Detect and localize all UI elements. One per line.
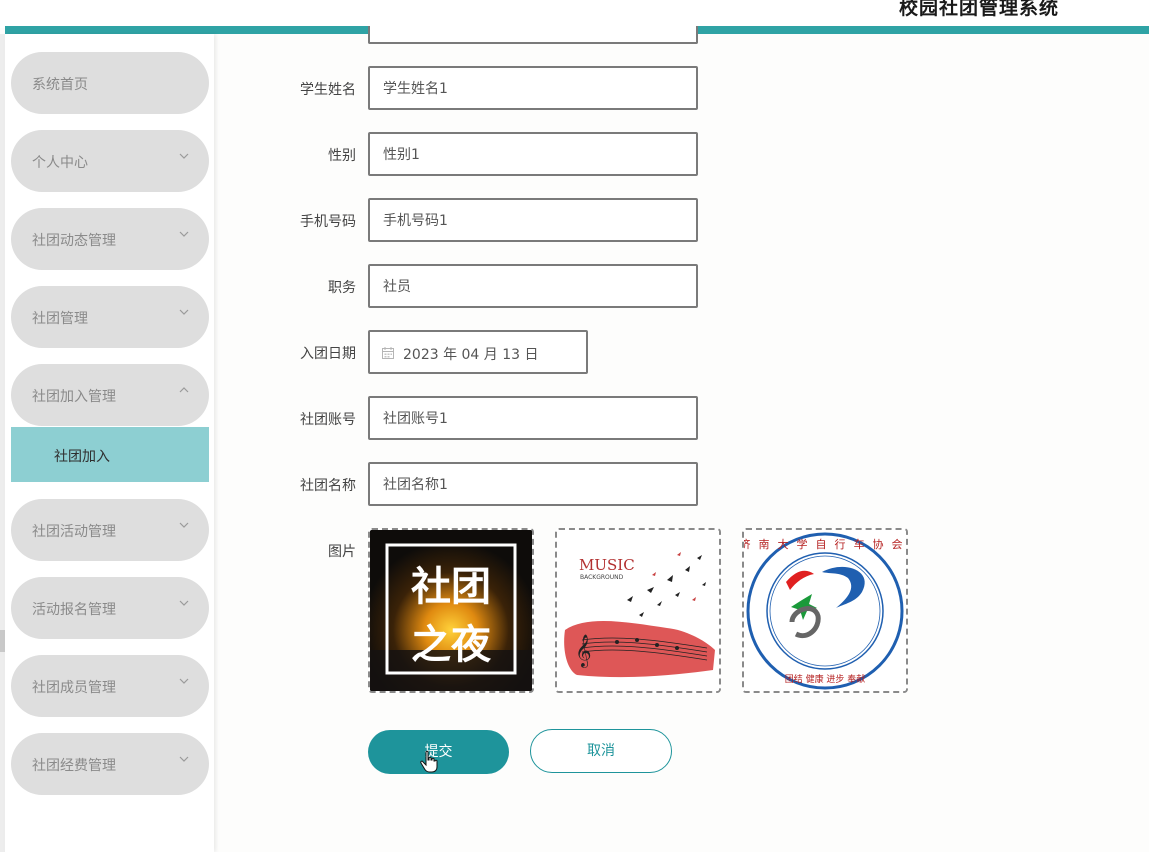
sidebar-item-personal-center[interactable]: 个人中心 [11,130,209,192]
image-thumb-cycling-emblem[interactable]: 济南大学自行车协会 团结 健康 进步 奉献 [742,528,908,693]
phone-input[interactable] [370,200,696,240]
sidebar-item-club-members[interactable]: 社团成员管理 [11,655,209,717]
poster-text-line1: 社团 [411,563,491,610]
chevron-down-icon [177,674,191,688]
club-account-input[interactable] [370,398,696,438]
club-name-field[interactable] [368,462,698,506]
student-name-field[interactable] [368,66,698,110]
phone-label: 手机号码 [300,214,356,230]
sidebar-item-label: 活动报名管理 [32,602,116,618]
sidebar: 系统首页 个人中心 社团动态管理 社团管理 社团加入管理 社团加入 社团活动管理… [5,34,214,852]
sidebar-item-label: 系统首页 [32,77,88,93]
image-thumb-music[interactable]: MUSIC BACKGROUND 𝄞 [555,528,721,693]
cancel-button[interactable]: 取消 [530,729,672,773]
sidebar-item-label: 个人中心 [32,155,88,171]
music-title: MUSIC [579,556,635,574]
chevron-down-icon [177,596,191,610]
chevron-up-icon [177,383,191,397]
image-thumb-club-night[interactable]: 社团 之夜 [368,528,534,693]
join-date-picker[interactable]: 2023 年 04 月 13 日 [368,330,588,374]
sidebar-item-label: 社团活动管理 [32,524,116,540]
sidebar-subitem-label: 社团加入 [54,449,110,465]
hand-cursor-icon [420,750,438,774]
sidebar-item-label: 社团经费管理 [32,758,116,774]
emblem-text: 济南大学自行车协会 [744,537,906,551]
phone-field[interactable] [368,198,698,242]
sidebar-item-home[interactable]: 系统首页 [11,52,209,114]
sidebar-item-label: 社团管理 [32,311,88,327]
chevron-down-icon [177,227,191,241]
sidebar-item-club-news[interactable]: 社团动态管理 [11,208,209,270]
join-date-label: 入团日期 [300,346,356,362]
join-date-value: 2023 年 04 月 13 日 [403,347,539,363]
chevron-down-icon [177,752,191,766]
calendar-icon [381,345,395,359]
sidebar-item-club-management[interactable]: 社团管理 [11,286,209,348]
sidebar-item-club-activity[interactable]: 社团活动管理 [11,499,209,561]
sidebar-item-club-join-management[interactable]: 社团加入管理 [11,364,209,426]
poster-text-line2: 之夜 [411,621,492,668]
svg-text:𝄞: 𝄞 [575,634,592,668]
gender-input[interactable] [370,134,696,174]
sidebar-item-label: 社团成员管理 [32,680,116,696]
images-label: 图片 [328,544,356,560]
music-subtitle: BACKGROUND [580,574,624,581]
position-field[interactable] [368,264,698,308]
chevron-down-icon [177,305,191,319]
club-account-field[interactable] [368,396,698,440]
emblem-bottom-text: 团结 健康 进步 奉献 [785,673,866,685]
app-title: 校园社团管理系统 [898,0,1059,19]
position-label: 职务 [328,280,356,296]
chevron-down-icon [177,149,191,163]
club-account-label: 社团账号 [300,412,356,428]
club-name-input[interactable] [370,464,696,504]
submit-button[interactable]: 提交 [368,730,509,774]
position-input[interactable] [370,266,696,306]
student-name-input[interactable] [370,68,696,108]
previous-field-clipped[interactable] [368,26,698,44]
gender-label: 性别 [328,148,356,164]
sidebar-item-club-funds[interactable]: 社团经费管理 [11,733,209,795]
sidebar-item-label: 社团加入管理 [32,389,116,405]
student-name-label: 学生姓名 [300,82,356,98]
sidebar-subitem-club-join[interactable]: 社团加入 [11,427,209,482]
club-name-label: 社团名称 [300,478,356,494]
sidebar-item-label: 社团动态管理 [32,233,116,249]
gender-field[interactable] [368,132,698,176]
top-bar: 校园社团管理系统 [0,0,1149,28]
sidebar-item-activity-signup[interactable]: 活动报名管理 [11,577,209,639]
chevron-down-icon [177,518,191,532]
